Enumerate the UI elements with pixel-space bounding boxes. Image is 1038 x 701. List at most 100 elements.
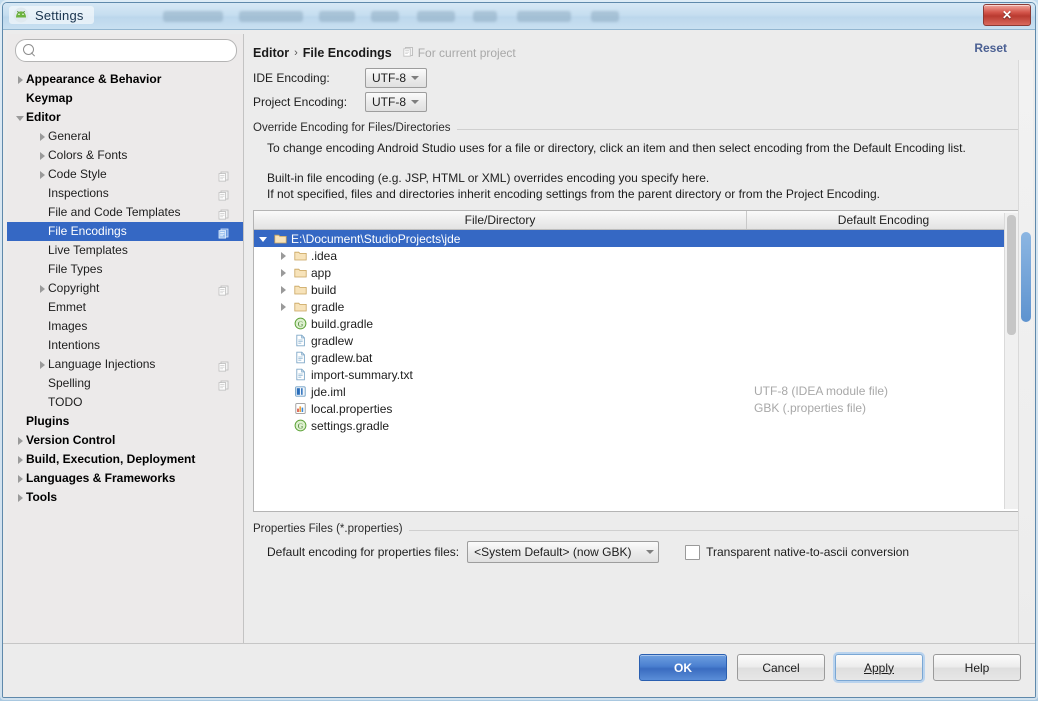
sidebar-item-version-control[interactable]: Version Control <box>7 431 243 450</box>
apply-button[interactable]: Apply <box>835 654 923 681</box>
sidebar-item-language-injections[interactable]: Language Injections <box>7 355 243 374</box>
chevron-right-icon[interactable] <box>278 298 290 315</box>
file-name: jde.iml <box>311 384 346 399</box>
chevron-right-icon[interactable] <box>15 469 26 488</box>
sidebar-item-editor[interactable]: Editor <box>7 108 243 127</box>
sidebar-item-file-types[interactable]: File Types <box>7 260 243 279</box>
search-input[interactable] <box>38 41 222 60</box>
help-button[interactable]: Help <box>933 654 1021 681</box>
default-properties-encoding-select[interactable]: <System Default> (now GBK) <box>467 541 660 563</box>
sidebar-item-keymap[interactable]: Keymap <box>7 89 243 108</box>
folder-icon <box>294 283 307 296</box>
sidebar-item-inspections[interactable]: Inspections <box>7 184 243 203</box>
chevron-right-icon[interactable] <box>37 127 48 146</box>
sidebar-item-appearance-behavior[interactable]: Appearance & Behavior <box>7 70 243 89</box>
project-encoding-select[interactable]: UTF-8 <box>365 92 427 112</box>
chevron-right-icon[interactable] <box>15 431 26 450</box>
table-row[interactable]: local.properties GBK (.properties file) <box>254 400 1020 417</box>
arrow-placeholder <box>278 383 290 400</box>
folder-icon <box>274 232 287 245</box>
sidebar-item-todo[interactable]: TODO <box>7 393 243 412</box>
table-row[interactable]: import-summary.txt <box>254 366 1020 383</box>
table-row[interactable]: .idea <box>254 247 1020 264</box>
sidebar-item-build-execution-deployment[interactable]: Build, Execution, Deployment <box>7 450 243 469</box>
file-directory-cell: Gbuild.gradle <box>254 315 373 332</box>
sidebar-item-copyright[interactable]: Copyright <box>7 279 243 298</box>
file-directory-cell: E:\Document\StudioProjects\jde <box>254 230 460 247</box>
window-title-group: Settings <box>9 6 94 24</box>
chevron-down-icon[interactable] <box>258 230 270 247</box>
table-row[interactable]: build <box>254 281 1020 298</box>
file-directory-cell: import-summary.txt <box>254 366 413 383</box>
ide-encoding-label: IDE Encoding: <box>253 71 330 85</box>
checkbox-box[interactable] <box>685 544 701 560</box>
cancel-button[interactable]: Cancel <box>737 654 825 681</box>
chevron-right-icon[interactable] <box>37 355 48 374</box>
chevron-right-icon[interactable] <box>15 488 26 507</box>
table-row[interactable]: app <box>254 264 1020 281</box>
chevron-right-icon[interactable] <box>278 264 290 281</box>
table-row[interactable]: Gsettings.gradle <box>254 417 1020 434</box>
titlebar-blur <box>417 11 455 22</box>
sidebar-item-label: Languages & Frameworks <box>26 471 176 485</box>
close-glyph: ✕ <box>1001 8 1013 22</box>
chevron-right-icon[interactable] <box>278 281 290 298</box>
sidebar-item-plugins[interactable]: Plugins <box>7 412 243 431</box>
file-directory-cell: .idea <box>254 247 337 264</box>
project-encoding-row: Project Encoding: UTF-8 <box>253 91 1029 113</box>
table-header: File/Directory Default Encoding <box>254 211 1020 230</box>
transparent-native-to-ascii-checkbox[interactable]: Transparent native-to-ascii conversion <box>685 544 910 560</box>
module-icon <box>218 207 229 220</box>
table-row[interactable]: gradle <box>254 298 1020 315</box>
table-row[interactable]: jde.iml UTF-8 (IDEA module file) <box>254 383 1020 400</box>
scrollbar-thumb[interactable] <box>1021 232 1031 322</box>
sidebar-item-images[interactable]: Images <box>7 317 243 336</box>
table-row[interactable]: gradlew <box>254 332 1020 349</box>
sidebar-item-general[interactable]: General <box>7 127 243 146</box>
file-name: gradle <box>311 299 345 314</box>
table-row[interactable]: Gbuild.gradle <box>254 315 1020 332</box>
arrow-placeholder <box>278 315 290 332</box>
breadcrumb-parent[interactable]: Editor <box>253 46 289 60</box>
chevron-right-icon[interactable] <box>278 247 290 264</box>
table-row[interactable]: gradlew.bat <box>254 349 1020 366</box>
search-box[interactable] <box>15 39 237 62</box>
sidebar-item-intentions[interactable]: Intentions <box>7 336 243 355</box>
column-header-file-directory[interactable]: File/Directory <box>254 211 747 229</box>
sidebar-item-emmet[interactable]: Emmet <box>7 298 243 317</box>
chevron-right-icon[interactable] <box>37 279 48 298</box>
sidebar-item-file-encodings[interactable]: File Encodings <box>7 222 243 241</box>
project-encoding-label: Project Encoding: <box>253 95 348 109</box>
ok-button[interactable]: OK <box>639 654 727 681</box>
column-header-default-encoding[interactable]: Default Encoding <box>747 211 1020 229</box>
file-directory-cell: gradlew.bat <box>254 349 372 366</box>
chevron-right-icon[interactable] <box>37 165 48 184</box>
sidebar-item-live-templates[interactable]: Live Templates <box>7 241 243 260</box>
table-vertical-scrollbar[interactable] <box>1004 213 1018 509</box>
sidebar-item-code-style[interactable]: Code Style <box>7 165 243 184</box>
sidebar-item-label: File Types <box>48 262 103 276</box>
dialog-button-bar: OK Cancel Apply Help <box>3 643 1035 697</box>
sidebar-item-spelling[interactable]: Spelling <box>7 374 243 393</box>
chevron-right-icon[interactable] <box>37 146 48 165</box>
sidebar-item-languages-frameworks[interactable]: Languages & Frameworks <box>7 469 243 488</box>
table-row[interactable]: E:\Document\StudioProjects\jde <box>254 230 1020 247</box>
scrollbar-thumb[interactable] <box>1007 215 1016 335</box>
chevron-down-icon[interactable] <box>15 108 26 127</box>
ide-encoding-select[interactable]: UTF-8 <box>365 68 427 88</box>
file-name: app <box>311 265 332 280</box>
chevron-right-icon[interactable] <box>15 450 26 469</box>
title-bar[interactable]: Settings ✕ <box>3 3 1035 30</box>
dialog-vertical-scrollbar[interactable] <box>1018 60 1033 664</box>
arrow-placeholder <box>278 349 290 366</box>
chevron-right-icon[interactable] <box>15 70 26 89</box>
sidebar-item-colors-fonts[interactable]: Colors & Fonts <box>7 146 243 165</box>
transparent-native-to-ascii-label: Transparent native-to-ascii conversion <box>706 545 910 559</box>
dialog-buttons: OK Cancel Apply Help <box>639 654 1021 681</box>
close-icon[interactable]: ✕ <box>983 4 1031 26</box>
sidebar-item-tools[interactable]: Tools <box>7 488 243 507</box>
reset-link[interactable]: Reset <box>974 41 1007 55</box>
sidebar-item-file-and-code-templates[interactable]: File and Code Templates <box>7 203 243 222</box>
arrow-placeholder <box>278 332 290 349</box>
